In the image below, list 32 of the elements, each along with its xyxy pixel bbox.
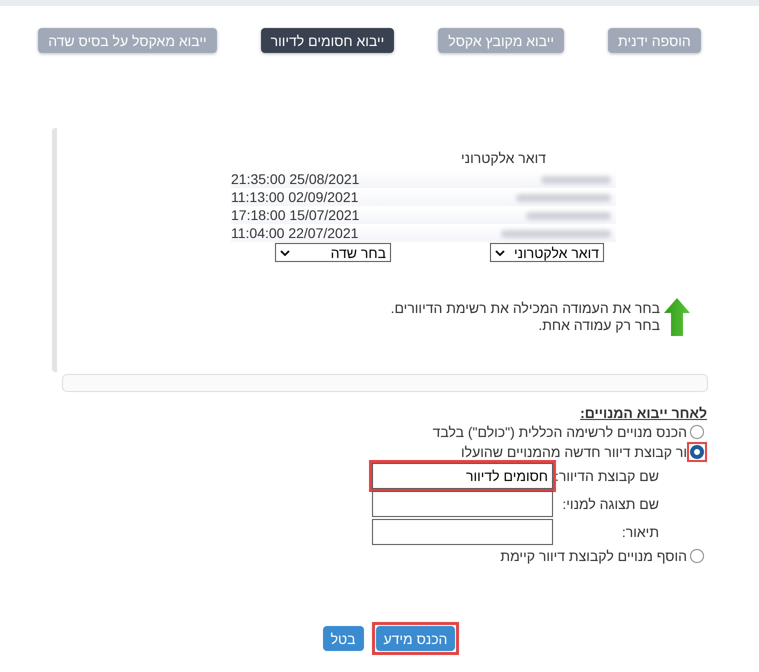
table-cell: 17:18:00 15/07/2021: [231, 207, 360, 223]
up-arrow-icon: [664, 298, 690, 336]
column-select[interactable]: דואר אלקטרוני: [490, 243, 604, 262]
option-label: הכנס מנויים לרשימה הכללית ("כולם") בלבד: [432, 423, 687, 441]
scrollbar[interactable]: [62, 374, 708, 392]
option-label: ור קבוצת דיוור חדשה מהמנויים שהועלו: [461, 443, 687, 461]
input-field[interactable]: חסומים לדיוור: [372, 463, 553, 489]
input-field[interactable]: [372, 491, 553, 517]
tab[interactable]: הוספה ידנית: [608, 28, 701, 53]
chevron-down-icon: [280, 250, 290, 256]
table-cell: 21:35:00 25/08/2021: [231, 171, 360, 187]
action-button[interactable]: בטל: [322, 626, 364, 651]
table-cell: 11:04:00 22/07/2021: [231, 225, 358, 241]
hint-text: בחר רק עמודה אחת.: [537, 317, 660, 334]
chevron-down-icon: [495, 250, 505, 256]
hint-text: בחר את העמודה המכילה את רשימת הדיוורים.: [390, 300, 660, 317]
tab[interactable]: ייבוא מאקסל על בסיס שדה: [38, 28, 217, 53]
input-field[interactable]: [372, 519, 553, 545]
option-label: הוסף מנויים לקבוצת דיוור קיימת: [500, 547, 687, 565]
tab[interactable]: ייבוא חסומים לדיוור: [260, 28, 394, 53]
table-cell: 11:13:00 02/09/2021: [231, 189, 358, 205]
column-select[interactable]: בחר שדה: [275, 243, 391, 262]
field-label: שם תצוגה למנוי:: [561, 496, 659, 512]
tab[interactable]: ייבוא מקובץ אקסל: [438, 28, 564, 53]
blurred-text: [541, 176, 611, 184]
field-label: תיאור:: [620, 524, 659, 540]
radio-button[interactable]: [690, 425, 704, 439]
column-header: דואר אלקטרוני: [461, 150, 546, 166]
action-button[interactable]: הכנס מידע: [376, 626, 456, 651]
section-title: לאחר ייבוא המנויים:: [580, 404, 707, 422]
field-label: שם קבוצת הדיוור:: [554, 468, 659, 484]
radio-button[interactable]: [690, 549, 704, 563]
